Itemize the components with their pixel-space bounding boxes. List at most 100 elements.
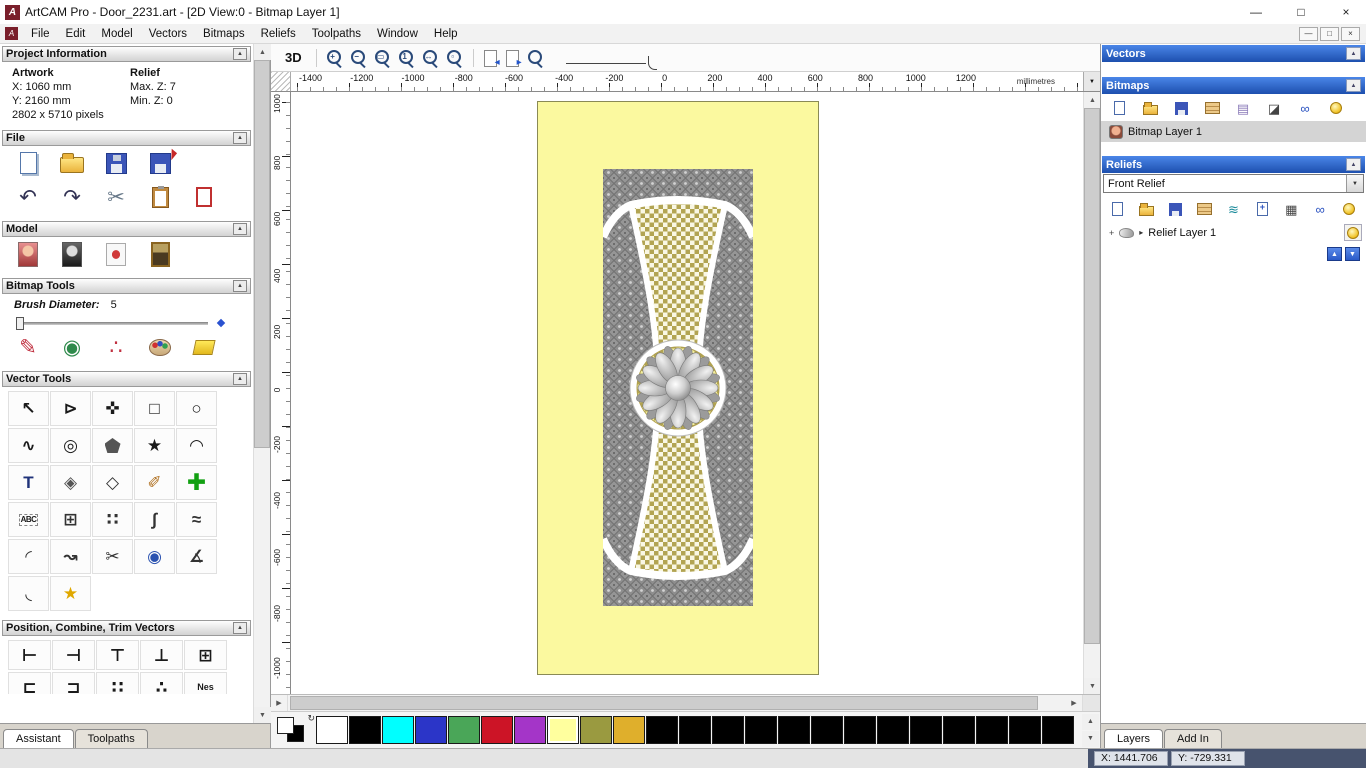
fg-bg-colour-indicator[interactable]: ↻ bbox=[274, 713, 316, 746]
scroll-right-icon[interactable]: ▶ bbox=[1066, 695, 1083, 711]
swatch-cyan[interactable] bbox=[382, 716, 414, 744]
swap-colours-icon[interactable]: ↻ bbox=[307, 713, 315, 724]
swatch-black-7[interactable] bbox=[811, 716, 843, 744]
select-vectors-icon[interactable]: ↖ bbox=[8, 391, 49, 426]
bitmaps-panel-header[interactable]: Bitmaps ▲ bbox=[1102, 77, 1365, 94]
swatch-black-3[interactable] bbox=[679, 716, 711, 744]
text-abc-icon[interactable]: ABC bbox=[8, 502, 49, 537]
zoom-box-icon[interactable]: ▭ bbox=[373, 48, 393, 68]
collapse-section-icon[interactable]: ▲ bbox=[233, 132, 247, 144]
model-section-header[interactable]: Model ▲ bbox=[2, 221, 251, 237]
open-bitmap-layer-icon[interactable] bbox=[1140, 99, 1160, 117]
export-model-icon[interactable] bbox=[146, 149, 174, 177]
slider-thumb[interactable] bbox=[16, 317, 24, 330]
create-ellipse-icon[interactable]: ◎ bbox=[50, 428, 91, 463]
scroll-up-icon[interactable]: ▲ bbox=[254, 44, 271, 60]
wrap-text-icon[interactable]: ◈ bbox=[50, 465, 91, 500]
swatch-olive[interactable] bbox=[580, 716, 612, 744]
swatch-purple[interactable] bbox=[514, 716, 546, 744]
paste-icon[interactable] bbox=[146, 183, 174, 211]
next-view-icon[interactable]: ▸ bbox=[504, 48, 522, 68]
relief-visibility-bulb-icon[interactable] bbox=[1340, 200, 1358, 218]
magic-vector-icon[interactable]: ★ bbox=[50, 576, 91, 611]
position-combine-trim-header[interactable]: Position, Combine, Trim Vectors ▲ bbox=[2, 620, 251, 636]
collapse-section-icon[interactable]: ▲ bbox=[233, 622, 247, 634]
redo-icon[interactable]: ↷ bbox=[58, 183, 86, 211]
menu-item[interactable]: Edit bbox=[58, 26, 94, 42]
scroll-up-icon[interactable]: ▲ bbox=[1084, 92, 1101, 108]
create-text-icon[interactable]: T bbox=[8, 465, 49, 500]
align-centre-icon[interactable]: ⊞ bbox=[184, 640, 227, 670]
dot-cluster-icon[interactable]: ∴ bbox=[140, 672, 183, 694]
align-top-icon[interactable]: ⊤ bbox=[96, 640, 139, 670]
greyscale-image-icon[interactable] bbox=[58, 240, 86, 268]
tab-layers[interactable]: Layers bbox=[1104, 729, 1164, 748]
collapse-section-icon[interactable]: ▲ bbox=[233, 223, 247, 235]
units-dropdown-button[interactable]: ▼ bbox=[1083, 72, 1100, 91]
mdi-restore-button[interactable]: □ bbox=[1320, 26, 1339, 41]
tab-assistant[interactable]: Assistant bbox=[3, 729, 74, 748]
swatch-black-10[interactable] bbox=[910, 716, 942, 744]
panel-menu-icon[interactable]: ▲ bbox=[1346, 158, 1361, 171]
copy-grid-icon[interactable]: ⊞ bbox=[50, 502, 91, 537]
link-layer-icon[interactable]: ∞ bbox=[1295, 99, 1315, 117]
close-button[interactable]: × bbox=[1326, 0, 1366, 24]
move-layer-down-icon[interactable]: ▼ bbox=[1345, 247, 1360, 261]
swatch-black-8[interactable] bbox=[844, 716, 876, 744]
maximize-button[interactable]: □ bbox=[1281, 0, 1321, 24]
swatch-black-5[interactable] bbox=[745, 716, 777, 744]
bitmap-visibility-bulb-icon[interactable] bbox=[1326, 99, 1346, 117]
zoom-out-icon[interactable]: − bbox=[349, 48, 369, 68]
smooth-relief-icon[interactable]: ≋ bbox=[1225, 200, 1243, 218]
door-artwork[interactable] bbox=[537, 101, 819, 675]
scroll-down-icon[interactable]: ▼ bbox=[1084, 678, 1101, 694]
swatch-gold[interactable] bbox=[613, 716, 645, 744]
3d-view-button[interactable]: 3D bbox=[279, 48, 308, 67]
paint-layer-icon[interactable]: ▤ bbox=[1233, 99, 1253, 117]
swatch-black-14[interactable] bbox=[1042, 716, 1074, 744]
swatch-pale-yellow[interactable] bbox=[547, 716, 579, 744]
swatch-red[interactable] bbox=[481, 716, 513, 744]
swatch-blue[interactable] bbox=[415, 716, 447, 744]
save-model-icon[interactable] bbox=[102, 149, 130, 177]
paint-brush-icon[interactable]: ✎ bbox=[14, 333, 42, 361]
centre-in-page-icon[interactable]: ⊏ bbox=[8, 672, 51, 694]
load-portrait-icon[interactable] bbox=[14, 240, 42, 268]
colour-shape-icon[interactable] bbox=[102, 240, 130, 268]
open-relief-layer-icon[interactable] bbox=[1138, 200, 1156, 218]
load-image-icon[interactable] bbox=[146, 240, 174, 268]
align-left-icon[interactable]: ⊢ bbox=[8, 640, 51, 670]
swatch-black-2[interactable] bbox=[646, 716, 678, 744]
swatch-white[interactable] bbox=[316, 716, 348, 744]
dropdown-arrow-icon[interactable]: ▼ bbox=[1346, 175, 1363, 192]
texture-relief-icon[interactable]: ▦ bbox=[1282, 200, 1300, 218]
nest-vectors-icon[interactable]: Nes bbox=[184, 672, 227, 694]
stack-layers-icon[interactable] bbox=[1196, 200, 1214, 218]
menu-item[interactable]: Model bbox=[93, 26, 140, 42]
zoom-previous-icon[interactable] bbox=[526, 48, 546, 68]
open-model-icon[interactable] bbox=[58, 149, 86, 177]
smooth-polyline-icon[interactable]: ≈ bbox=[176, 502, 217, 537]
create-polygon-icon[interactable] bbox=[92, 428, 133, 463]
transform-vectors-icon[interactable]: ✜ bbox=[92, 391, 133, 426]
align-right-icon[interactable]: ⊣ bbox=[52, 640, 95, 670]
save-relief-layer-icon[interactable] bbox=[1167, 200, 1185, 218]
scrollbar-thumb[interactable] bbox=[254, 60, 270, 449]
menu-item[interactable]: Window bbox=[369, 26, 426, 42]
join-vectors-icon[interactable]: ↝ bbox=[50, 539, 91, 574]
colour-picker-icon[interactable]: ◉ bbox=[58, 333, 86, 361]
scrollbar-thumb[interactable] bbox=[1084, 108, 1100, 644]
move-layer-up-icon[interactable]: ▲ bbox=[1327, 247, 1342, 261]
pane-split-icon[interactable]: ▶ bbox=[271, 695, 288, 711]
swatch-black-9[interactable] bbox=[877, 716, 909, 744]
prev-view-icon[interactable]: ◂ bbox=[482, 48, 500, 68]
save-bitmap-layer-icon[interactable] bbox=[1171, 99, 1191, 117]
scroll-down-icon[interactable]: ▼ bbox=[254, 707, 271, 723]
menu-item[interactable]: Bitmaps bbox=[195, 26, 253, 42]
create-polyline-icon[interactable]: ∿ bbox=[8, 428, 49, 463]
new-relief-layer-icon[interactable] bbox=[1109, 200, 1127, 218]
spray-icon[interactable]: ∴ bbox=[102, 333, 130, 361]
swatch-black-13[interactable] bbox=[1009, 716, 1041, 744]
create-star-icon[interactable]: ★ bbox=[134, 428, 175, 463]
palette-up-icon[interactable]: ▲ bbox=[1082, 713, 1099, 730]
